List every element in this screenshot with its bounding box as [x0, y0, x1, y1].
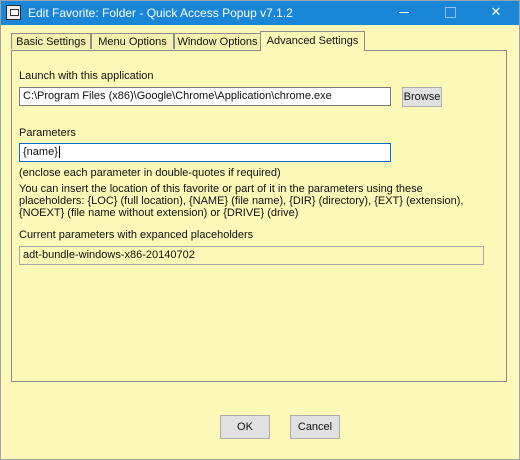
current-parameters-label: Current parameters with expanced placeho… — [19, 229, 254, 241]
maximize-icon — [444, 7, 456, 19]
tab-menu-options[interactable]: Menu Options — [91, 33, 174, 49]
minimize-button[interactable] — [381, 1, 427, 25]
tab-basic-settings[interactable]: Basic Settings — [11, 33, 91, 49]
close-icon: ✕ — [490, 4, 502, 19]
launch-app-field[interactable]: C:\Program Files (x86)\Google\Chrome\App… — [19, 87, 391, 106]
close-button[interactable]: ✕ — [473, 1, 519, 25]
placeholders-help-text: You can insert the location of this favo… — [19, 183, 464, 219]
enclose-note: (enclose each parameter in double-quotes… — [19, 167, 281, 179]
parameters-value: {name} — [23, 146, 58, 158]
window-title: Edit Favorite: Folder - Quick Access Pop… — [28, 6, 293, 20]
parameters-label: Parameters — [19, 127, 76, 139]
tab-label: Basic Settings — [16, 36, 86, 48]
title-bar[interactable]: Edit Favorite: Folder - Quick Access Pop… — [1, 1, 519, 25]
ok-button[interactable]: OK — [220, 415, 270, 439]
tab-label: Window Options — [177, 36, 258, 48]
browse-button[interactable]: Browse — [402, 87, 442, 107]
tab-label: Advanced Settings — [266, 35, 359, 47]
dialog-window: Edit Favorite: Folder - Quick Access Pop… — [0, 0, 520, 460]
parameters-field[interactable]: {name} — [19, 143, 391, 162]
minimize-icon — [399, 12, 409, 14]
cancel-button[interactable]: Cancel — [290, 415, 340, 439]
current-parameters-field[interactable]: adt-bundle-windows-x86-20140702 — [19, 246, 484, 265]
text-caret — [58, 146, 60, 159]
maximize-button[interactable] — [427, 1, 473, 25]
tab-window-options[interactable]: Window Options — [174, 33, 261, 49]
tab-advanced-settings[interactable]: Advanced Settings — [260, 31, 365, 51]
launch-app-label: Launch with this application — [19, 70, 154, 82]
app-icon — [6, 5, 21, 20]
tab-label: Menu Options — [98, 36, 167, 48]
